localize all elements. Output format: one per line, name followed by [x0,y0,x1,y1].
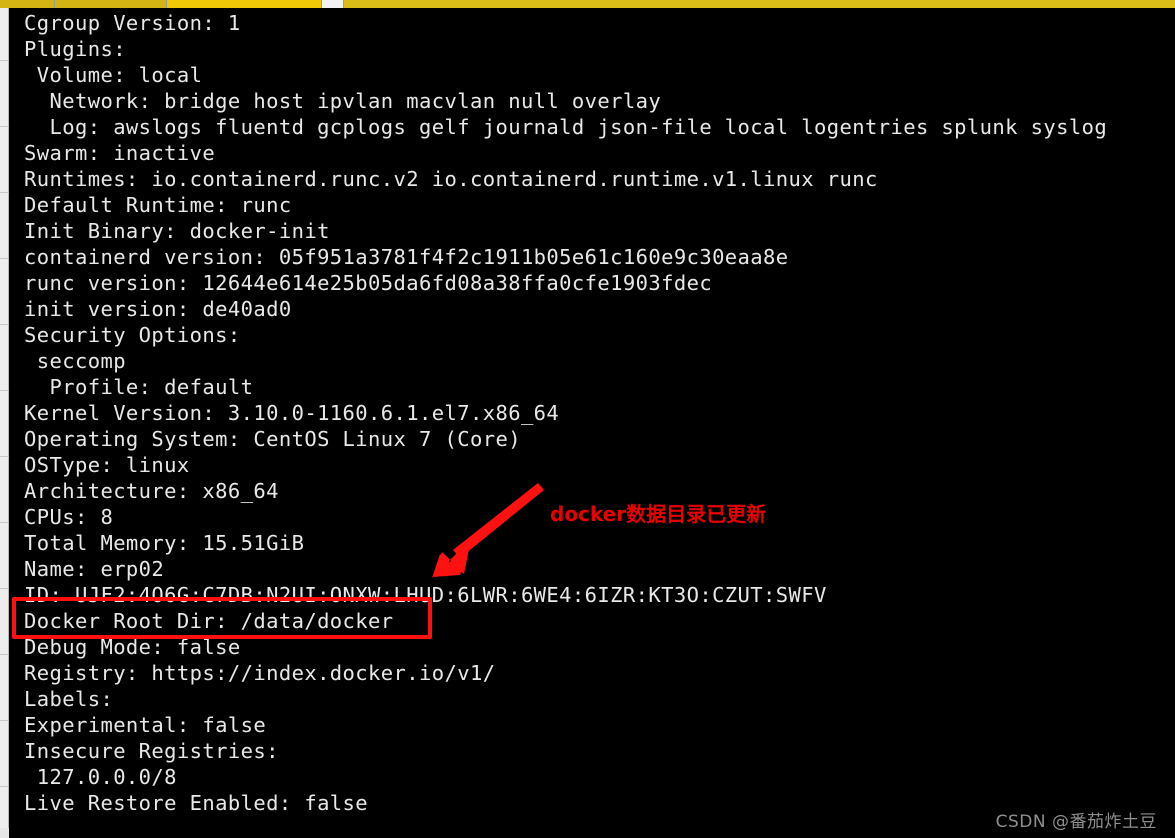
terminal-line: Default Runtime: runc [24,193,292,217]
terminal-tab-active[interactable] [167,0,322,8]
terminal-line: Profile: default [24,375,254,399]
terminal-line: Init Binary: docker-init [24,219,330,243]
terminal-line: init version: de40ad0 [24,297,292,321]
rail-tick [0,324,9,325]
terminal-line: Security Options: [24,323,241,347]
terminal-line: Swarm: inactive [24,141,216,165]
rail-tick [0,786,9,787]
terminal-line: Debug Mode: false [24,635,241,659]
rail-tick [0,720,9,721]
window-left-border [0,8,9,838]
terminal-tab-2[interactable] [55,0,167,8]
rail-tick [0,60,9,61]
rail-tick [0,654,9,655]
terminal-line: Network: bridge host ipvlan macvlan null… [24,89,662,113]
terminal-line-docker-root-dir: Docker Root Dir: /data/docker [24,609,394,633]
csdn-watermark: CSDN @番茄炸土豆 [995,812,1157,832]
terminal-window: Cgroup Version: 1 Plugins: Volume: local… [0,0,1175,838]
rail-tick [0,588,9,589]
rail-tick [0,456,9,457]
terminal-line: Name: erp02 [24,557,165,581]
terminal-line: Insecure Registries: [24,739,279,763]
terminal-line: Cgroup Version: 1 [24,11,241,35]
terminal-line: Architecture: x86_64 [24,479,279,503]
rail-tick [0,258,9,259]
terminal-line: runc version: 12644e614e25b05da6fd08a38f… [24,271,713,295]
terminal-line: containerd version: 05f951a3781f4f2c1911… [24,245,789,269]
terminal-output[interactable]: Cgroup Version: 1 Plugins: Volume: local… [10,8,1175,838]
rail-tick [0,390,9,391]
terminal-line: OSType: linux [24,453,190,477]
rail-tick [0,126,9,127]
terminal-tab-strip[interactable] [0,0,1175,8]
terminal-line: Experimental: false [24,713,267,737]
terminal-line: Registry: https://index.docker.io/v1/ [24,661,496,685]
rail-tick [0,522,9,523]
terminal-line: CPUs: 8 [24,505,114,529]
rail-tick [0,192,9,193]
terminal-line: Labels: [24,687,114,711]
terminal-line: Kernel Version: 3.10.0-1160.6.1.el7.x86_… [24,401,560,425]
terminal-line: Plugins: [24,37,126,61]
terminal-line: seccomp [24,349,126,373]
terminal-line: 127.0.0.0/8 [24,765,177,789]
terminal-tab-1[interactable] [0,0,55,8]
terminal-line: Volume: local [24,63,203,87]
terminal-line: Total Memory: 15.51GiB [24,531,305,555]
terminal-line-docker-id: ID: UJF2:4O6G:C7DB:N2UI:ONXW:LHUD:6LWR:6… [24,583,827,607]
terminal-tab-new-button[interactable] [322,0,344,8]
terminal-tab-rail [344,0,1175,8]
terminal-line: Operating System: CentOS Linux 7 (Core) [24,427,521,451]
terminal-line: Runtimes: io.containerd.runc.v2 io.conta… [24,167,878,191]
terminal-line: Log: awslogs fluentd gcplogs gelf journa… [24,115,1108,139]
window-bottom-border [0,828,9,838]
